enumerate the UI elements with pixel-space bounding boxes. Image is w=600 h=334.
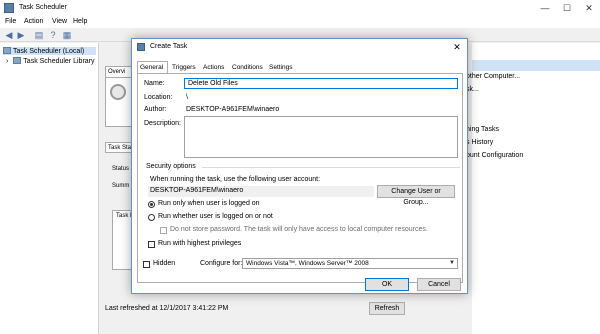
- help-icon[interactable]: ?: [48, 30, 58, 40]
- menu-action[interactable]: Action: [24, 18, 43, 25]
- hidden-label: Hidden: [153, 260, 176, 267]
- window-title: Task Scheduler: [19, 4, 67, 11]
- folder-icon: [13, 57, 22, 64]
- name-field[interactable]: Delete Old Files: [184, 78, 458, 89]
- hidden-checkbox[interactable]: [143, 261, 150, 268]
- ok-button[interactable]: OK: [365, 278, 409, 291]
- tab-conditions[interactable]: Conditions: [229, 61, 265, 73]
- group-divider: [202, 167, 460, 168]
- back-arrow-icon[interactable]: ◀: [4, 30, 14, 40]
- radio-logged-on-or-not[interactable]: [148, 214, 155, 221]
- description-label: Description:: [144, 120, 181, 127]
- expand-chevron-icon[interactable]: ›: [6, 58, 8, 65]
- configure-for-select[interactable]: Windows Vista™, Windows Server™ 2008 ▼: [242, 258, 458, 269]
- dialog-title: Create Task: [150, 43, 188, 50]
- highest-privileges-label: Run with highest privileges: [158, 240, 242, 247]
- last-refreshed-text: Last refreshed at 12/1/2017 3:41:22 PM: [105, 305, 229, 312]
- clock-icon: [110, 84, 126, 100]
- window-titlebar: Task Scheduler — ☐ ✕: [0, 0, 600, 16]
- menu-view[interactable]: View: [52, 18, 67, 25]
- task-scheduler-app-icon: [4, 3, 14, 13]
- security-options-heading: Security options: [146, 163, 196, 170]
- user-account-prompt: When running the task, use the following…: [150, 176, 321, 183]
- no-store-password-checkbox[interactable]: [160, 227, 167, 234]
- tree-item-library[interactable]: › Task Scheduler Library: [6, 57, 95, 65]
- tab-actions[interactable]: Actions: [200, 61, 228, 73]
- author-label: Author:: [144, 106, 167, 113]
- menu-file[interactable]: File: [5, 18, 16, 25]
- minimize-button[interactable]: —: [538, 2, 552, 14]
- close-button[interactable]: ✕: [582, 2, 596, 14]
- actions-pane: [472, 43, 600, 334]
- change-user-button[interactable]: Change User or Group...: [377, 185, 455, 206]
- cancel-button[interactable]: Cancel: [417, 278, 461, 291]
- tree-item-local[interactable]: Task Scheduler (Local): [3, 47, 96, 55]
- tree-item-label: Task Scheduler (Local): [13, 48, 85, 55]
- menu-help[interactable]: Help: [73, 18, 87, 25]
- action-account-configuration[interactable]: ount Configuration: [466, 152, 523, 159]
- author-value: DESKTOP-A961FEM\winaero: [186, 106, 280, 113]
- menu-bar: File Action View Help: [0, 16, 600, 28]
- radio-logged-on-or-not-label: Run whether user is logged on or not: [158, 213, 273, 220]
- location-label: Location:: [144, 94, 173, 101]
- radio-logged-on[interactable]: [148, 201, 155, 208]
- user-account-value: DESKTOP-A961FEM\winaero: [148, 186, 374, 197]
- configure-for-label: Configure for:: [200, 260, 243, 267]
- location-value: \: [186, 94, 188, 101]
- status-label: Status: [112, 166, 130, 172]
- maximize-button[interactable]: ☐: [560, 2, 574, 14]
- tab-triggers[interactable]: Triggers: [169, 61, 199, 73]
- action-history[interactable]: s History: [466, 139, 493, 146]
- task-scheduler-icon: [3, 47, 11, 54]
- highest-privileges-checkbox[interactable]: [148, 241, 155, 248]
- create-task-dialog: Create Task ✕ General Triggers Actions C…: [131, 38, 468, 294]
- folder-icon[interactable]: ▤: [34, 30, 44, 40]
- no-store-password-label: Do not store password. The task will onl…: [170, 226, 428, 233]
- task-icon: [137, 43, 145, 51]
- actions-header: [472, 60, 600, 71]
- refresh-button[interactable]: Refresh: [369, 302, 405, 315]
- dialog-close-button[interactable]: ✕: [451, 41, 463, 53]
- action-running-tasks[interactable]: ning Tasks: [466, 126, 499, 133]
- properties-icon[interactable]: ▦: [62, 30, 72, 40]
- tree-item-label: Task Scheduler Library: [23, 58, 95, 65]
- description-field[interactable]: [184, 116, 458, 158]
- chevron-down-icon: ▼: [449, 260, 455, 266]
- forward-arrow-icon[interactable]: ▶: [16, 30, 26, 40]
- action-connect-computer[interactable]: other Computer...: [466, 73, 520, 80]
- task-list-label: Task l: [116, 213, 132, 219]
- summary-label: Summ: [112, 183, 130, 189]
- name-label: Name:: [144, 80, 165, 87]
- radio-logged-on-label: Run only when user is logged on: [158, 200, 260, 207]
- navigation-tree: Task Scheduler (Local) › Task Scheduler …: [0, 43, 99, 334]
- configure-for-value: Windows Vista™, Windows Server™ 2008: [246, 260, 369, 267]
- tab-settings[interactable]: Settings: [266, 61, 294, 73]
- dialog-titlebar: Create Task ✕: [132, 39, 467, 55]
